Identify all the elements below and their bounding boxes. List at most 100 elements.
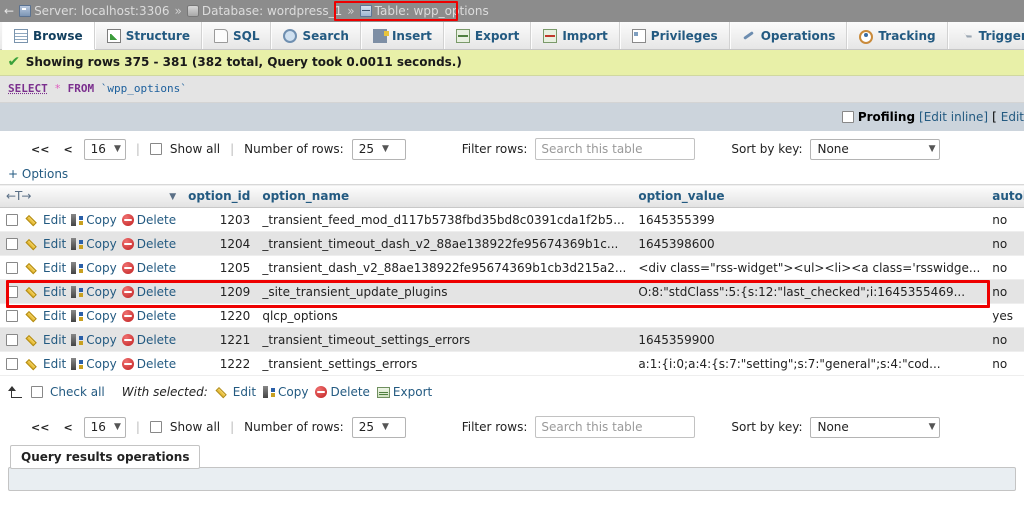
row-actions-cell: Edit Copy Delete <box>0 351 183 376</box>
sort-direction-icon[interactable]: ←T→ <box>6 189 31 203</box>
column-header-actions[interactable]: ←T→ ▼ <box>0 184 183 208</box>
cell-option-id: 1204 <box>182 231 257 256</box>
profiling-checkbox[interactable] <box>841 111 854 123</box>
filter-rows-input-bottom[interactable]: Search this table <box>535 416 696 438</box>
tab-operations[interactable]: Operations <box>729 22 848 49</box>
row-delete-button[interactable]: Delete <box>121 261 176 275</box>
row-copy-button[interactable]: Copy <box>71 309 117 323</box>
table-row[interactable]: Edit Copy Delete 1203 _transient_feed_mo… <box>0 207 1024 232</box>
column-header-option-name[interactable]: option_name <box>256 184 633 208</box>
table-row[interactable]: Edit Copy Delete 1221 _transient_timeout… <box>0 327 1024 352</box>
column-header-autoload[interactable]: autoload <box>986 184 1024 208</box>
column-header-option-value[interactable]: option_value <box>632 184 987 208</box>
number-of-rows-select-bottom[interactable]: 25 ▼ <box>351 416 406 438</box>
tab-import-label: Import <box>562 28 608 43</box>
row-copy-button[interactable]: Copy <box>71 237 117 251</box>
row-edit-button[interactable]: Edit <box>28 285 66 299</box>
prev-page-button-bottom[interactable]: < <box>60 421 75 434</box>
sort-by-key-value: None <box>817 141 849 156</box>
page-number-select[interactable]: 16 ▼ <box>83 138 126 160</box>
show-all-checkbox-bottom[interactable] <box>149 421 162 433</box>
row-select-checkbox[interactable] <box>6 237 18 250</box>
row-select-checkbox[interactable] <box>6 357 18 370</box>
row-delete-button[interactable]: Delete <box>121 333 176 347</box>
copy-icon <box>263 386 276 398</box>
row-select-checkbox[interactable] <box>6 309 18 322</box>
row-delete-button[interactable]: Delete <box>121 236 177 251</box>
copy-icon <box>71 333 84 346</box>
check-all-checkbox[interactable] <box>31 386 43 398</box>
edit-link[interactable]: Edit <box>1001 110 1024 124</box>
tab-browse-label: Browse <box>33 28 83 43</box>
row-copy-button[interactable]: Copy <box>71 333 117 347</box>
sort-by-key-select-bottom[interactable]: None ▼ <box>810 416 941 438</box>
tab-tracking-label: Tracking <box>878 28 936 43</box>
tab-sql-label: SQL <box>232 28 260 43</box>
row-select-checkbox[interactable] <box>6 285 18 298</box>
show-all-checkbox[interactable] <box>149 143 162 155</box>
cell-autoload: no <box>986 351 1024 376</box>
table-row[interactable]: Edit Copy Delete 1222 _transient_setting… <box>0 351 1024 376</box>
row-copy-button[interactable]: Copy <box>71 261 117 275</box>
page-number-select-bottom[interactable]: 16 ▼ <box>83 416 126 438</box>
breadcrumb-database[interactable]: Database: wordpress_1 <box>186 4 342 18</box>
check-all-label[interactable]: Check all <box>50 385 105 399</box>
cell-option-name: _transient_timeout_dash_v2_88ae138922fe9… <box>256 231 633 256</box>
edit-inline-link[interactable]: [Edit inline] <box>919 110 988 124</box>
row-delete-button[interactable]: Delete <box>121 357 176 371</box>
table-row[interactable]: Edit Copy Delete 1209 _site_transient_up… <box>0 279 1024 304</box>
row-edit-button[interactable]: Edit <box>28 357 66 371</box>
cell-option-name: _transient_settings_errors <box>256 351 633 376</box>
row-edit-button[interactable]: Edit <box>28 309 66 323</box>
row-copy-button[interactable]: Copy <box>71 213 117 227</box>
tab-triggers[interactable]: Triggers <box>947 22 1024 49</box>
row-copy-button[interactable]: Copy <box>71 357 117 371</box>
row-delete-button[interactable]: Delete <box>121 285 176 299</box>
breadcrumb-server[interactable]: Server: localhost:3306 <box>19 4 170 18</box>
breadcrumb-separator-1: » <box>174 4 182 18</box>
number-of-rows-value-bottom: 25 <box>358 419 374 434</box>
sort-by-key-select[interactable]: None ▼ <box>810 138 941 160</box>
row-edit-button[interactable]: Edit <box>28 237 66 251</box>
row-delete-button[interactable]: Delete <box>121 309 176 323</box>
row-delete-button[interactable]: Delete <box>121 213 176 227</box>
first-page-button[interactable]: << <box>28 143 52 156</box>
row-select-checkbox[interactable] <box>6 333 18 346</box>
tab-browse[interactable]: Browse <box>2 22 95 50</box>
table-row-highlighted[interactable]: Edit Copy Delete 1220 qlcp_options yes <box>0 303 1024 328</box>
tab-tracking[interactable]: Tracking <box>847 22 948 49</box>
bulk-export-button[interactable]: Export <box>376 385 432 399</box>
bulk-delete-button[interactable]: Delete <box>315 385 370 399</box>
caret-down-icon[interactable]: ▼ <box>169 192 176 202</box>
row-edit-button[interactable]: Edit <box>28 333 66 347</box>
options-toggle-link[interactable]: + Options <box>0 167 1024 184</box>
tab-export[interactable]: Export <box>443 22 532 49</box>
tab-import[interactable]: Import <box>531 22 620 49</box>
row-edit-button[interactable]: Edit <box>28 213 66 227</box>
bulk-edit-button[interactable]: Edit <box>218 385 256 399</box>
table-row[interactable]: Edit Copy Delete 1205 _transient_dash_v2… <box>0 255 1024 280</box>
row-edit-button[interactable]: Edit <box>28 261 66 275</box>
table-row[interactable]: Edit Copy Delete 1204 _transient_timeout… <box>0 231 1024 256</box>
row-delete-label: Delete <box>136 236 177 251</box>
chevron-down-icon: ▼ <box>381 143 389 154</box>
breadcrumb-table[interactable]: Table: wpp_options <box>359 4 489 18</box>
row-actions-cell: Edit Copy Delete <box>0 255 183 280</box>
breadcrumb-back-arrow-icon[interactable]: ← <box>4 4 16 18</box>
row-select-checkbox[interactable] <box>6 261 18 274</box>
first-page-button-bottom[interactable]: << <box>28 421 52 434</box>
row-select-checkbox[interactable] <box>6 213 18 226</box>
bulk-copy-button[interactable]: Copy <box>263 385 308 399</box>
tab-structure[interactable]: Structure <box>94 22 202 49</box>
number-of-rows-select[interactable]: 25 ▼ <box>351 138 406 160</box>
sql-query-box[interactable]: SELECT * FROM `wpp_options` <box>0 76 1024 103</box>
tab-privileges[interactable]: Privileges <box>619 22 730 49</box>
select-arrow-icon[interactable] <box>8 385 24 399</box>
tab-sql[interactable]: SQL <box>201 22 272 49</box>
prev-page-button[interactable]: < <box>60 143 75 156</box>
tab-insert[interactable]: Insert <box>360 22 444 49</box>
tab-search[interactable]: Search <box>271 22 361 49</box>
row-copy-button[interactable]: Copy <box>71 285 117 299</box>
filter-rows-input[interactable]: Search this table <box>535 138 696 160</box>
column-header-option-id[interactable]: option_id <box>182 184 257 208</box>
